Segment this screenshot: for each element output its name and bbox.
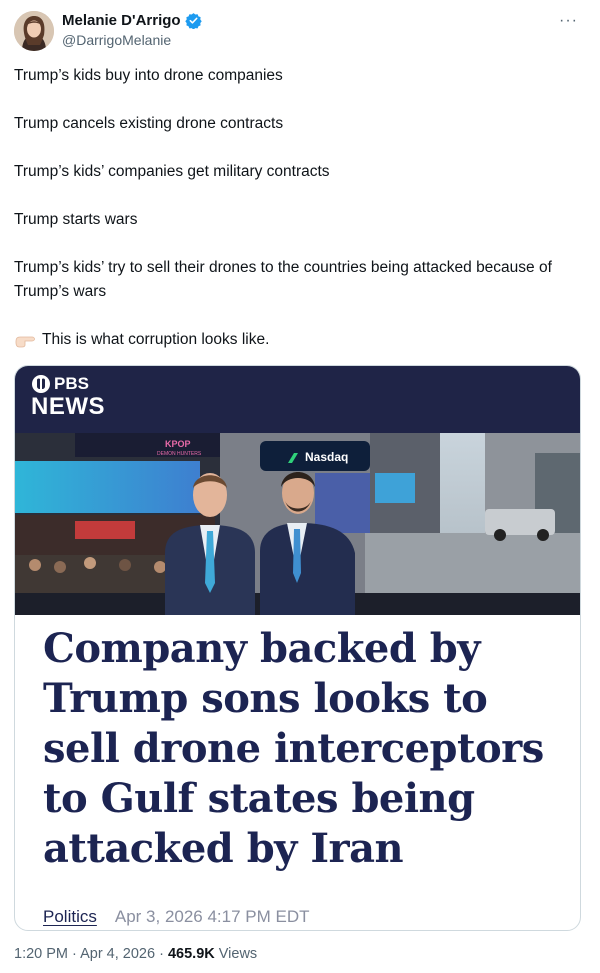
tweet-time[interactable]: 1:20 PM [14,946,68,962]
tweet-line: Trump’s kids’ companies get military con… [14,163,330,180]
separator-dot: · [159,946,168,962]
link-preview-card[interactable]: PBS NEWS KPOP DEMON HUNTERS Nasdaq Compa… [14,365,581,931]
pbs-head-icon [32,375,50,393]
tweet-footer: 1:20 PM · Apr 4, 2026 · 465.9K Views [14,946,257,962]
photo-sign-nasdaq: Nasdaq [305,450,348,464]
profile-photo-icon [14,11,54,51]
pbs-news-banner: PBS NEWS [15,366,580,433]
more-options-icon[interactable]: ··· [559,12,578,30]
tweet-line: Trump’s kids buy into drone companies [14,67,283,84]
article-meta: Politics Apr 3, 2026 4:17 PM EDT [43,907,310,927]
views-label: Views [218,946,258,962]
tweet-closing-text: This is what corruption looks like. [42,331,270,348]
views-count: 465.9K [167,946,215,962]
author-name[interactable]: Melanie D'Arrigo [62,12,181,29]
pbs-brand-top: PBS [54,374,89,393]
pbs-news-logo: PBS NEWS [31,374,105,420]
separator-dot: · [72,946,81,962]
tweet-header: Melanie D'Arrigo @DarrigoMelanie ··· [14,10,586,54]
avatar[interactable] [14,11,54,51]
photo-sign-demon: DEMON HUNTERS [157,451,202,457]
author-handle[interactable]: @DarrigoMelanie [62,32,171,48]
tweet-date[interactable]: Apr 4, 2026 [80,946,155,962]
verified-badge-icon [184,13,202,29]
article-headline[interactable]: Company backed by Trump sons looks to se… [43,624,563,874]
photo-sign-kpop: KPOP [165,439,191,449]
pointing-hand-icon [15,336,35,348]
article-section-link[interactable]: Politics [43,907,97,927]
tweet-line: Trump starts wars [14,211,138,228]
tweet-line: Trump cancels existing drone contracts [14,115,284,132]
tweet-line: Trump’s kids’ try to sell their drones t… [14,259,552,300]
tweet-closing-line: This is what corruption looks like. [14,328,574,352]
pbs-brand-bottom: NEWS [31,393,105,420]
article-date: Apr 3, 2026 4:17 PM EDT [114,907,310,926]
article-photo: KPOP DEMON HUNTERS Nasdaq [15,433,580,615]
photo-times-square: KPOP DEMON HUNTERS Nasdaq [15,433,580,615]
tweet-text: Trump’s kids buy into drone companies Tr… [14,64,574,352]
